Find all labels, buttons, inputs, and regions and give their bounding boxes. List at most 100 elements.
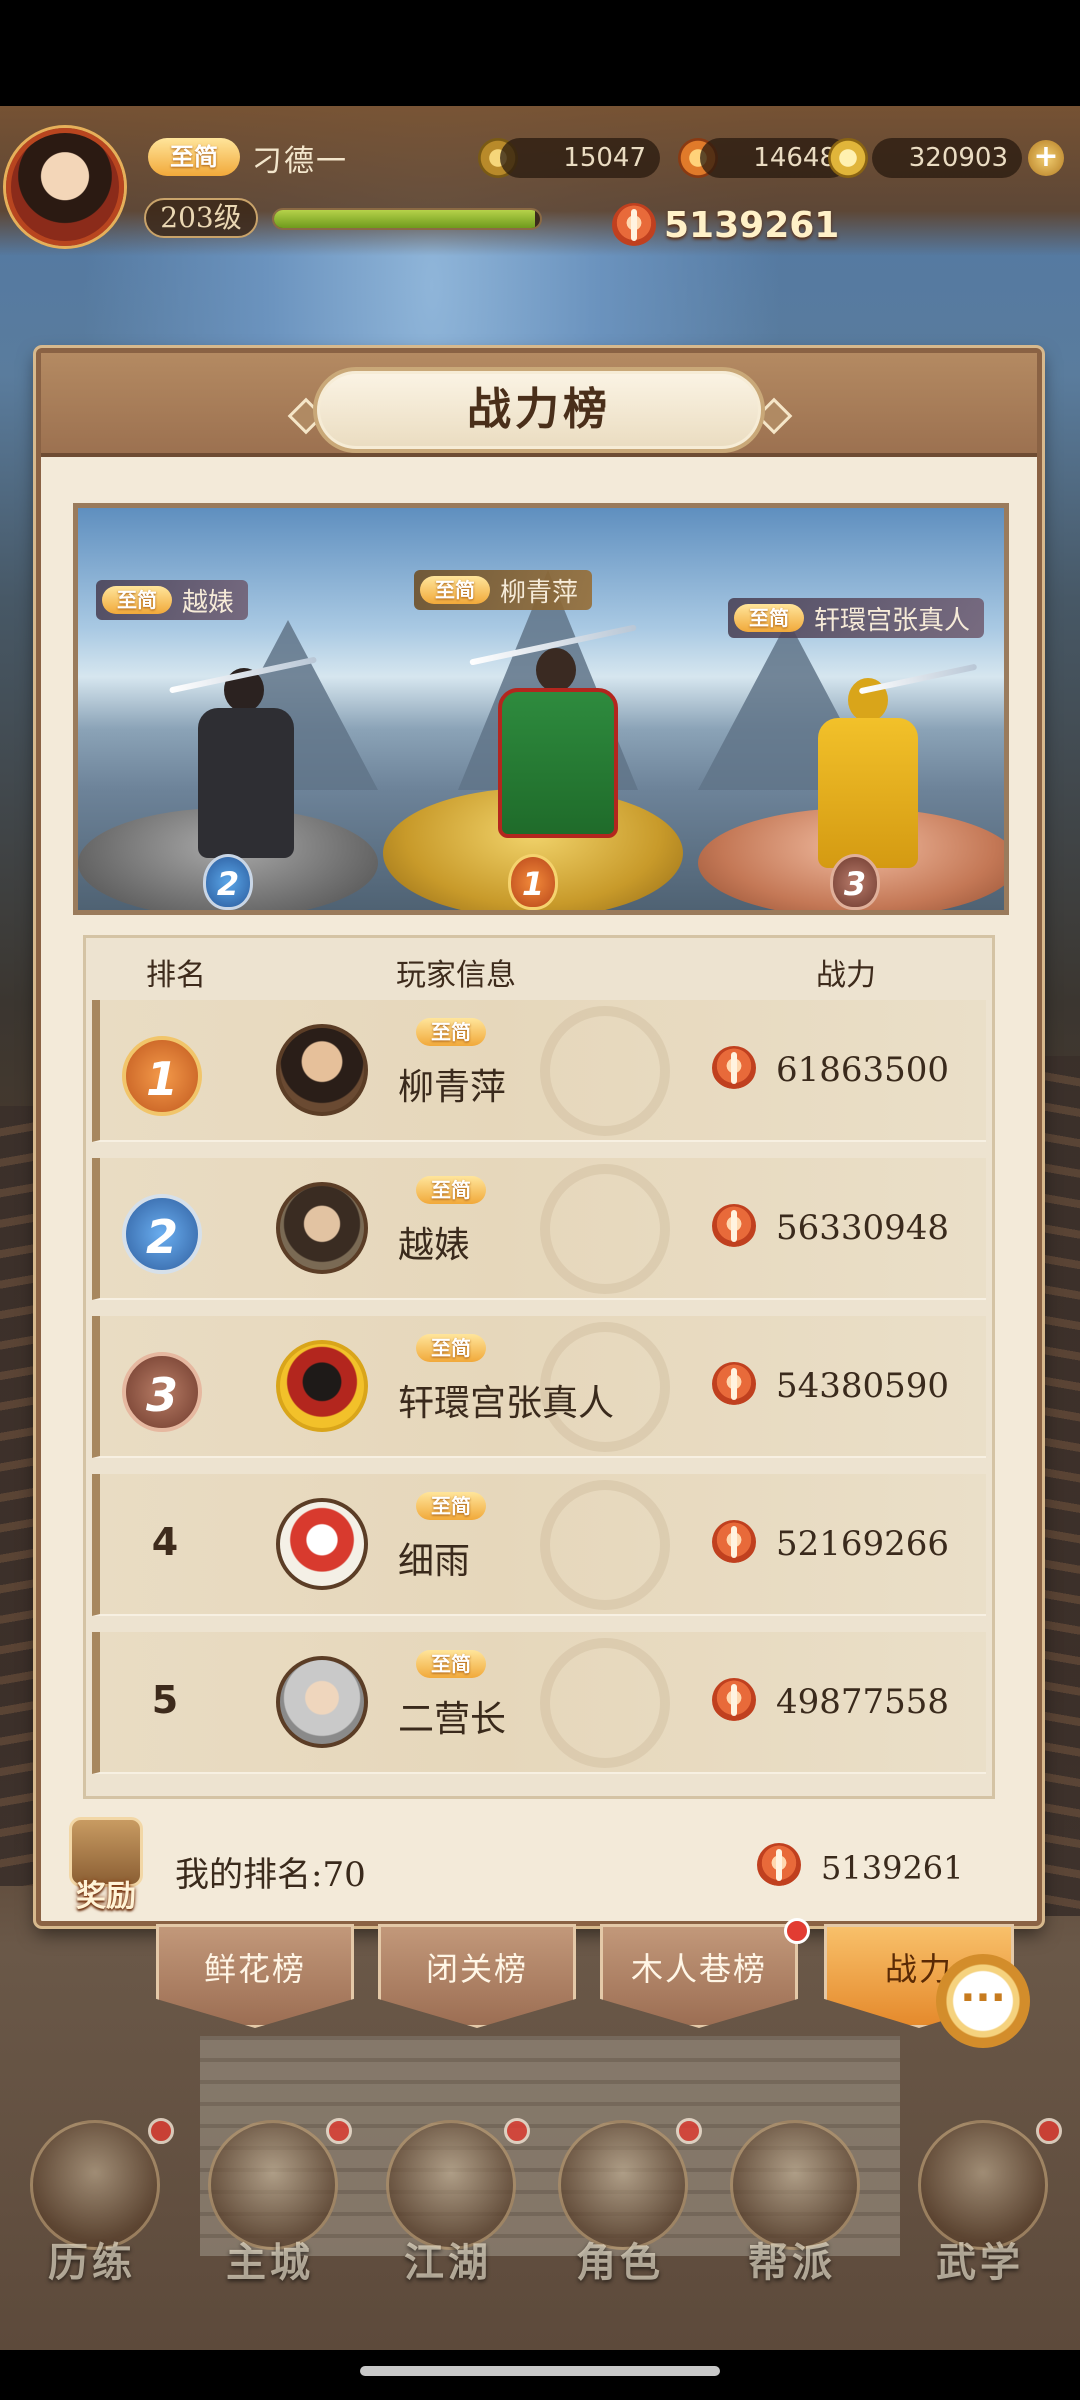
nav-jianghu-label: 江湖 — [404, 2239, 492, 2286]
add-currency-button[interactable]: + — [1028, 140, 1064, 176]
panel-title: 战力榜 — [467, 384, 611, 435]
ranking-table: 排名 玩家信息 战力 1 至简 柳青萍 61863500 2 至简 越婊 563… — [83, 935, 995, 1799]
avatar[interactable] — [276, 1340, 368, 1432]
nav-martial-arts[interactable]: 武学 — [900, 2110, 1062, 2286]
notification-dot — [784, 1918, 810, 1944]
player-name: 二营长 — [398, 1699, 507, 1740]
gold-ingot-icon — [828, 138, 868, 178]
rank-medal-2: 2 — [122, 1194, 202, 1274]
header-rank: 排名 — [146, 958, 206, 993]
nav-sect-label: 帮派 — [748, 2239, 836, 2286]
podium-name-2: 至简 越婊 — [96, 580, 249, 620]
character-body — [198, 708, 294, 858]
avatar[interactable] — [276, 1024, 368, 1116]
player-vip-tag: 至简 — [148, 138, 240, 176]
player-power: 56330948 — [776, 1208, 950, 1248]
rank-number: 5 — [151, 1678, 179, 1722]
nav-jianghu[interactable]: 江湖 — [368, 2110, 530, 2286]
table-header: 排名 玩家信息 战力 — [86, 938, 992, 998]
power-icon — [712, 1204, 756, 1248]
rank-medal-3: 3 — [122, 1352, 202, 1432]
row-watermark — [540, 1638, 670, 1768]
panel-header: 战力榜 — [41, 353, 1037, 457]
podium-name-1: 至简 柳青萍 — [414, 570, 593, 610]
podium-medal-3: 3 — [830, 854, 880, 910]
exp-bar — [272, 208, 542, 230]
power-icon — [712, 1362, 756, 1406]
notification-dot — [676, 2118, 702, 2144]
player-name: 刁德一 — [252, 144, 348, 179]
power-icon — [712, 1520, 756, 1564]
exp-bar-fill — [274, 210, 535, 228]
player-name: 轩環宫张真人 — [398, 1383, 615, 1424]
player-level: 203级 — [144, 198, 258, 238]
notification-dot — [1036, 2118, 1062, 2144]
nav-main-city[interactable]: 主城 — [190, 2110, 352, 2286]
power-icon — [757, 1843, 801, 1887]
nav-character[interactable]: 角色 — [540, 2110, 702, 2286]
nav-sect[interactable]: 帮派 — [712, 2110, 872, 2286]
player-power: 5139261 — [612, 198, 839, 252]
power-icon — [712, 1046, 756, 1090]
character-body — [498, 688, 618, 838]
title-plate: 战力榜 — [313, 367, 765, 453]
rank-number: 4 — [151, 1520, 179, 1564]
avatar[interactable] — [276, 1182, 368, 1274]
player-avatar[interactable] — [6, 128, 124, 246]
player-power: 54380590 — [776, 1366, 950, 1406]
table-row[interactable]: 3 至简 轩環宫张真人 54380590 — [92, 1316, 986, 1458]
row-watermark — [540, 1006, 670, 1136]
character-head — [536, 648, 576, 692]
podium-name-3-label: 轩環宫张真人 — [814, 605, 971, 636]
vip-badge: 至简 — [416, 1334, 486, 1362]
header-power: 战力 — [816, 958, 876, 993]
notification-dot — [326, 2118, 352, 2144]
vip-badge: 至简 — [416, 1176, 486, 1204]
notification-dot — [504, 2118, 530, 2144]
my-rank-text: 我的排名:70 — [175, 1855, 366, 1895]
rank-medal-1: 1 — [122, 1036, 202, 1116]
power-icon — [712, 1678, 756, 1722]
vip-badge: 至简 — [416, 1492, 486, 1520]
my-power-value: 5139261 — [821, 1849, 964, 1887]
row-watermark — [540, 1164, 670, 1294]
notification-dot — [148, 2118, 174, 2144]
currency-gold[interactable]: 320903 — [872, 138, 1022, 178]
podium-name-1-label: 柳青萍 — [500, 577, 579, 608]
reward-label: 奖励 — [76, 1879, 136, 1914]
vip-badge: 至简 — [420, 576, 490, 604]
podium-medal-1: 1 — [508, 854, 558, 910]
nav-martial-arts-label: 武学 — [936, 2239, 1024, 2286]
vip-badge: 至简 — [102, 586, 172, 614]
reward-button[interactable]: 奖励 — [59, 1813, 153, 1919]
power-icon — [612, 203, 656, 247]
player-power: 52169266 — [776, 1524, 950, 1564]
player-name: 细雨 — [398, 1541, 471, 1582]
currency-copper[interactable]: 15047 — [500, 138, 660, 178]
podium-name-3: 至简 轩環宫张真人 — [728, 598, 985, 638]
character-body — [818, 718, 918, 868]
chat-button[interactable]: ··· — [936, 1954, 1030, 2048]
nav-character-label: 角色 — [576, 2239, 664, 2286]
ranking-panel: 战力榜 至简 越婊 至简 柳青萍 至简 轩環宫张真人 2 1 3 排名 玩家信息… — [36, 348, 1042, 1926]
my-rank-bar: 奖励 我的排名:70 5139261 — [41, 1813, 1037, 1923]
nav-main-city-label: 主城 — [226, 2239, 314, 2286]
player-power-value: 5139261 — [664, 204, 840, 246]
avatar[interactable] — [276, 1498, 368, 1590]
table-row[interactable]: 5 至简 二营长 49877558 — [92, 1632, 986, 1774]
nav-training-label: 历练 — [48, 2239, 136, 2286]
header-player-info: 玩家信息 — [396, 958, 516, 993]
table-row[interactable]: 2 至简 越婊 56330948 — [92, 1158, 986, 1300]
avatar[interactable] — [276, 1656, 368, 1748]
vip-badge: 至简 — [416, 1018, 486, 1046]
home-indicator[interactable] — [360, 2366, 720, 2376]
nav-training[interactable]: 历练 — [12, 2110, 174, 2286]
vip-badge: 至简 — [416, 1650, 486, 1678]
podium-banner: 至简 越婊 至简 柳青萍 至简 轩環宫张真人 2 1 3 — [73, 503, 1009, 915]
player-power: 61863500 — [776, 1050, 950, 1090]
table-row[interactable]: 1 至简 柳青萍 61863500 — [92, 1000, 986, 1142]
player-name: 越婊 — [398, 1225, 471, 1266]
player-power: 49877558 — [776, 1682, 950, 1722]
table-row[interactable]: 4 至简 细雨 52169266 — [92, 1474, 986, 1616]
vip-badge: 至简 — [734, 604, 804, 632]
